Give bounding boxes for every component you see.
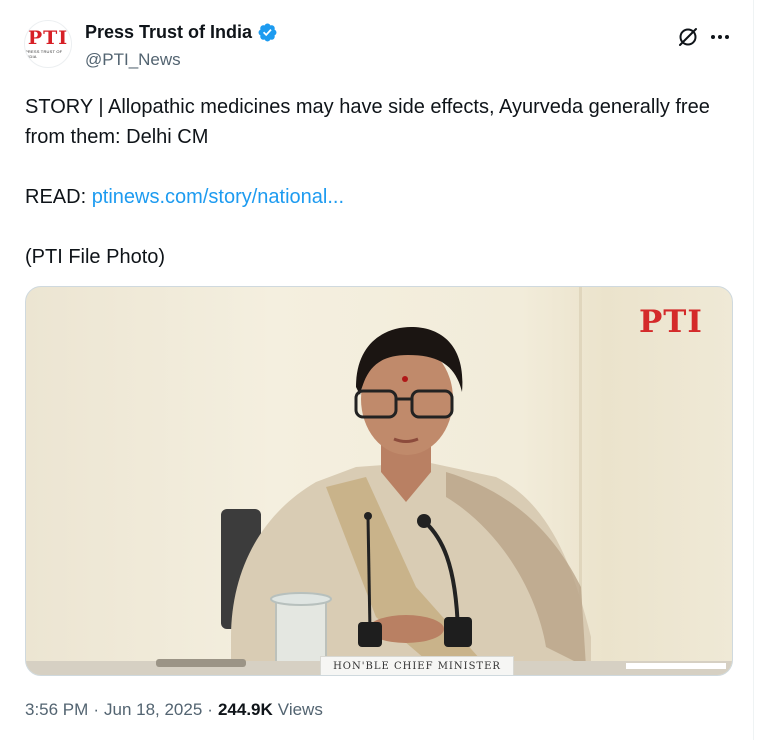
views-count[interactable]: 244.9K <box>218 700 273 720</box>
meta-separator-2: · <box>207 700 213 719</box>
tweet-photo[interactable]: PTI HON'BLE CHIEF MINISTER <box>25 286 733 676</box>
story-link[interactable]: ptinews.com/story/national... <box>92 186 344 208</box>
read-label: READ: <box>25 186 92 208</box>
author-display-name[interactable]: Press Trust of India <box>85 22 252 43</box>
avatar[interactable]: PTI PRESS TRUST OF INDIA <box>24 20 72 68</box>
avatar-logo-subtext: PRESS TRUST OF INDIA <box>25 49 63 59</box>
nameplate: HON'BLE CHIEF MINISTER <box>320 656 514 675</box>
tweet-headline: STORY | Allopathic medicines may have si… <box>25 96 710 148</box>
more-options-button[interactable] <box>708 25 732 49</box>
pti-watermark: PTI <box>639 304 703 340</box>
read-line: READ: ptinews.com/story/national... <box>25 182 735 212</box>
grok-button[interactable] <box>676 25 700 49</box>
verified-badge-icon <box>258 23 277 42</box>
tweet-meta: 3:56 PM · Jun 18, 2025 · 244.9K Views <box>25 700 323 720</box>
tweet-time[interactable]: 3:56 PM <box>25 700 88 720</box>
avatar-logo-text: PTI <box>27 27 69 49</box>
tweet-card: PTI PRESS TRUST OF INDIA Press Trust of … <box>0 0 754 740</box>
meta-separator: · <box>93 700 99 719</box>
press-conference-photo <box>26 287 732 675</box>
grok-icon <box>679 28 697 46</box>
photo-credit: (PTI File Photo) <box>25 246 166 268</box>
more-options-icon <box>711 35 715 39</box>
tweet-text: STORY | Allopathic medicines may have si… <box>25 92 735 272</box>
tweet-date[interactable]: Jun 18, 2025 <box>104 700 202 720</box>
author-handle[interactable]: @PTI_News <box>85 50 181 70</box>
author-name-row: Press Trust of India <box>85 22 278 43</box>
views-label: Views <box>277 700 323 719</box>
